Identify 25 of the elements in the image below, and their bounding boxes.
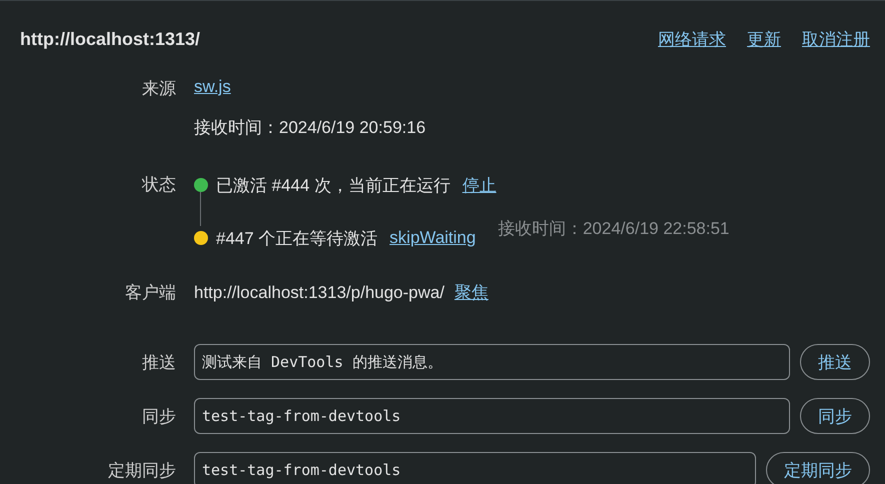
- client-url: http://localhost:1313/p/hugo-pwa/: [194, 282, 444, 302]
- field-label: 来源: [141, 78, 177, 100]
- action-button[interactable]: 定期同步: [766, 452, 870, 484]
- field-label: 客户端: [124, 282, 177, 304]
- action-button[interactable]: 推送: [800, 344, 870, 380]
- status-action-link[interactable]: skipWaiting: [390, 228, 476, 248]
- input-field[interactable]: test-tag-from-devtools: [194, 452, 756, 484]
- status-action-link[interactable]: 停止: [462, 174, 496, 196]
- field-label: 状态: [140, 174, 177, 196]
- status-text: 已激活 #444 次，当前正在运行: [216, 174, 450, 196]
- header-link[interactable]: 取消注册: [802, 28, 870, 50]
- origin-title: http://localhost:1313/: [20, 28, 200, 50]
- header-link[interactable]: 更新: [747, 28, 781, 50]
- input-field[interactable]: test-tag-from-devtools: [194, 398, 790, 434]
- input-field[interactable]: 测试来自 DevTools 的推送消息。: [194, 344, 790, 380]
- status-text: #447 个正在等待激活: [216, 228, 378, 250]
- field-label: 同步: [141, 406, 177, 428]
- action-button[interactable]: 同步: [800, 398, 870, 434]
- source-link[interactable]: sw.js: [194, 77, 231, 97]
- received-time: 接收时间：2024/6/19 20:59:16: [194, 117, 426, 139]
- field-label: 定期同步: [107, 460, 177, 482]
- field-label: 推送: [141, 352, 177, 374]
- received-time: 接收时间：2024/6/19 22:58:51: [498, 218, 730, 240]
- header-link[interactable]: 网络请求: [658, 28, 726, 50]
- focus-link[interactable]: 聚焦: [454, 281, 488, 304]
